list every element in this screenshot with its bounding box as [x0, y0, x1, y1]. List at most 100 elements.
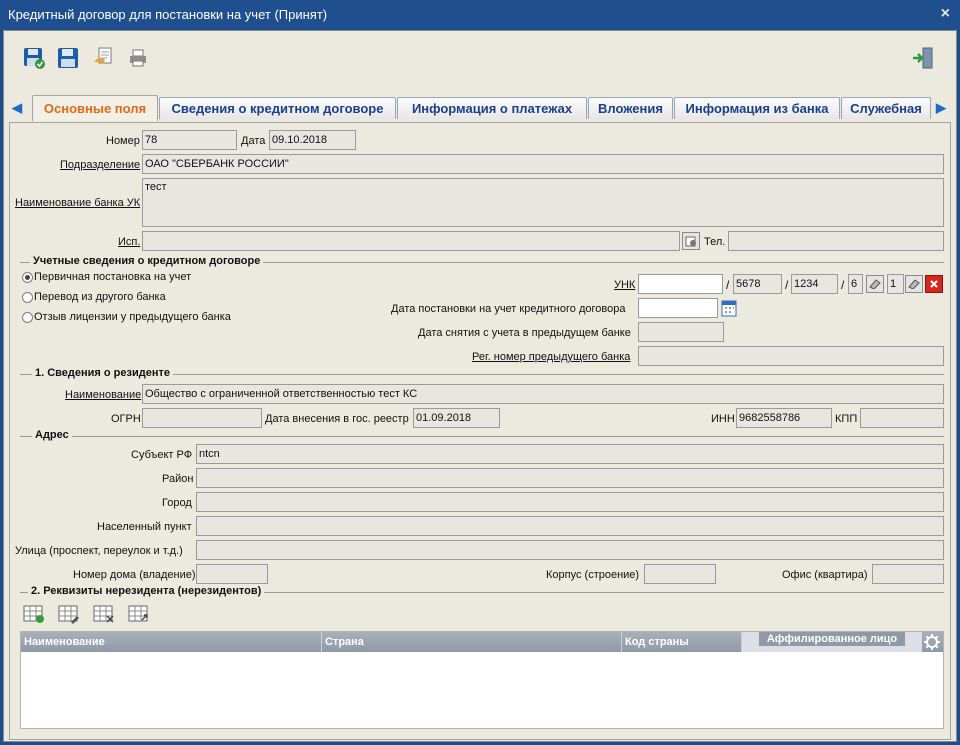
- number-label: Номер: [106, 135, 140, 147]
- radio-transfer-from-bank[interactable]: [22, 292, 33, 303]
- date-label: Дата: [241, 135, 266, 147]
- street-label: Улица (проспект, переулок и т.д.): [15, 545, 183, 557]
- kpp-label: КПП: [835, 413, 858, 425]
- nonresident-section-title: 2. Реквизиты нерезидента (нерезидентов): [28, 585, 265, 597]
- edit-row-icon[interactable]: [58, 604, 80, 624]
- unk-clear-icon[interactable]: [925, 275, 943, 293]
- reg-date-field[interactable]: [638, 298, 718, 318]
- close-icon[interactable]: ×: [941, 5, 950, 23]
- building-label: Корпус (строение): [546, 569, 640, 581]
- unk-field-1[interactable]: [638, 274, 723, 294]
- unk-separator: /: [785, 278, 789, 292]
- bank-name-field[interactable]: тест: [142, 178, 944, 227]
- radio-primary-registration-label: Первичная постановка на учет: [34, 271, 192, 283]
- city-field[interactable]: [196, 492, 944, 512]
- prev-bank-reg-field[interactable]: [638, 346, 944, 366]
- address-section-header: Адрес: [20, 429, 944, 443]
- building-field[interactable]: [644, 564, 716, 584]
- tab-payments-info[interactable]: Информация о платежах: [397, 97, 587, 119]
- inn-field[interactable]: 9682558786: [736, 408, 832, 428]
- executor-field[interactable]: [142, 231, 680, 251]
- tab-credit-contract-info[interactable]: Сведения о кредитном договоре: [159, 97, 396, 119]
- ogrn-field[interactable]: [142, 408, 262, 428]
- save-ok-icon[interactable]: [21, 45, 47, 71]
- unk-lookup-icon[interactable]: [866, 275, 884, 293]
- resident-name-link[interactable]: Наименование: [65, 389, 141, 401]
- grid-body: [21, 652, 943, 728]
- division-field[interactable]: ОАО "СБЕРБАНК РОССИИ": [142, 154, 944, 174]
- column-header-name[interactable]: Наименование: [21, 632, 322, 652]
- select-executor-icon[interactable]: [682, 232, 700, 250]
- unk-separator: /: [841, 278, 845, 292]
- exit-icon[interactable]: [910, 45, 936, 71]
- main-fields-panel: Номер 78 Дата 09.10.2018 Подразделение О…: [9, 122, 951, 740]
- grid-header: Наименование Страна Код страны Аффилиров…: [21, 632, 943, 652]
- prev-bank-reg-link[interactable]: Рег. номер предыдущего банка: [472, 351, 630, 363]
- radio-primary-registration[interactable]: [22, 272, 33, 283]
- district-field[interactable]: [196, 468, 944, 488]
- city-label: Город: [162, 497, 192, 509]
- save-icon[interactable]: [55, 45, 81, 71]
- tab-bar: ◀ Основные поля Сведения о кредитном дог…: [4, 95, 956, 123]
- tab-main-fields[interactable]: Основные поля: [32, 95, 158, 121]
- column-header-affiliate-label: Аффилированное лицо: [758, 632, 906, 646]
- reg-date-label: Дата постановки на учет кредитного догов…: [391, 303, 626, 315]
- column-header-affiliate[interactable]: Аффилированное лицо: [742, 632, 922, 652]
- export-icon[interactable]: [91, 45, 117, 71]
- accounting-section-header: Учетные сведения о кредитном договоре: [20, 255, 944, 269]
- copy-row-icon[interactable]: [128, 604, 150, 624]
- resident-section-header: 1. Сведения о резиденте: [20, 367, 944, 381]
- radio-transfer-from-bank-label: Перевод из другого банка: [34, 291, 166, 303]
- window-title: Кредитный договор для постановки на учет…: [8, 7, 328, 22]
- radio-license-revoked-label: Отзыв лицензии у предыдущего банка: [34, 311, 231, 323]
- state-reg-date-label: Дата внесения в гос. реестр: [265, 413, 409, 425]
- tab-attachments[interactable]: Вложения: [588, 97, 673, 119]
- bank-name-link[interactable]: Наименование банка УК: [15, 197, 140, 209]
- subject-field[interactable]: ntcn: [196, 444, 944, 464]
- unk-field-4[interactable]: 6: [848, 274, 863, 294]
- house-field[interactable]: [196, 564, 268, 584]
- street-field[interactable]: [196, 540, 944, 560]
- number-field[interactable]: 78: [142, 130, 237, 150]
- resident-name-field[interactable]: Общество с ограниченной ответственностью…: [142, 384, 944, 404]
- dereg-date-field[interactable]: [638, 322, 724, 342]
- tab-scroll-left-icon[interactable]: ◀: [10, 99, 24, 117]
- address-section-title: Адрес: [32, 429, 72, 441]
- tab-service[interactable]: Служебная: [841, 97, 931, 119]
- unk-field-3[interactable]: 1234: [791, 274, 838, 294]
- kpp-field[interactable]: [860, 408, 944, 428]
- accounting-section-title: Учетные сведения о кредитном договоре: [30, 255, 264, 267]
- dereg-date-label: Дата снятия с учета в предыдущем банке: [418, 327, 631, 339]
- column-header-country-code[interactable]: Код страны: [622, 632, 742, 652]
- date-field[interactable]: 09.10.2018: [269, 130, 356, 150]
- unk-link[interactable]: УНК: [614, 279, 635, 291]
- column-header-country[interactable]: Страна: [322, 632, 622, 652]
- unk-field-5[interactable]: 1: [887, 274, 904, 294]
- print-icon[interactable]: [125, 45, 151, 71]
- add-row-icon[interactable]: [23, 604, 45, 624]
- settlement-field[interactable]: [196, 516, 944, 536]
- house-label: Номер дома (владение): [73, 569, 196, 581]
- unk-edit-icon[interactable]: [905, 275, 923, 293]
- district-label: Район: [162, 473, 194, 485]
- office-label: Офис (квартира): [782, 569, 868, 581]
- state-reg-date-field[interactable]: 01.09.2018: [413, 408, 500, 428]
- phone-field[interactable]: [728, 231, 944, 251]
- resident-section-title: 1. Сведения о резиденте: [32, 367, 173, 379]
- settlement-label: Населенный пункт: [97, 521, 192, 533]
- tab-scroll-right-icon[interactable]: ▶: [934, 99, 948, 117]
- calendar-icon[interactable]: [720, 298, 738, 318]
- office-field[interactable]: [872, 564, 944, 584]
- inn-label: ИНН: [711, 413, 735, 425]
- nonresident-grid: Наименование Страна Код страны Аффилиров…: [20, 631, 944, 729]
- tab-bank-info[interactable]: Информация из банка: [674, 97, 840, 119]
- executor-link[interactable]: Исп.: [118, 236, 140, 248]
- radio-license-revoked[interactable]: [22, 312, 33, 323]
- nonresident-section-header: 2. Реквизиты нерезидента (нерезидентов): [20, 585, 944, 599]
- unk-separator: /: [726, 278, 730, 292]
- division-link[interactable]: Подразделение: [60, 159, 140, 171]
- subject-label: Субъект РФ: [131, 449, 193, 461]
- gear-icon[interactable]: [923, 633, 941, 651]
- delete-row-icon[interactable]: [93, 604, 115, 624]
- unk-field-2[interactable]: 5678: [733, 274, 782, 294]
